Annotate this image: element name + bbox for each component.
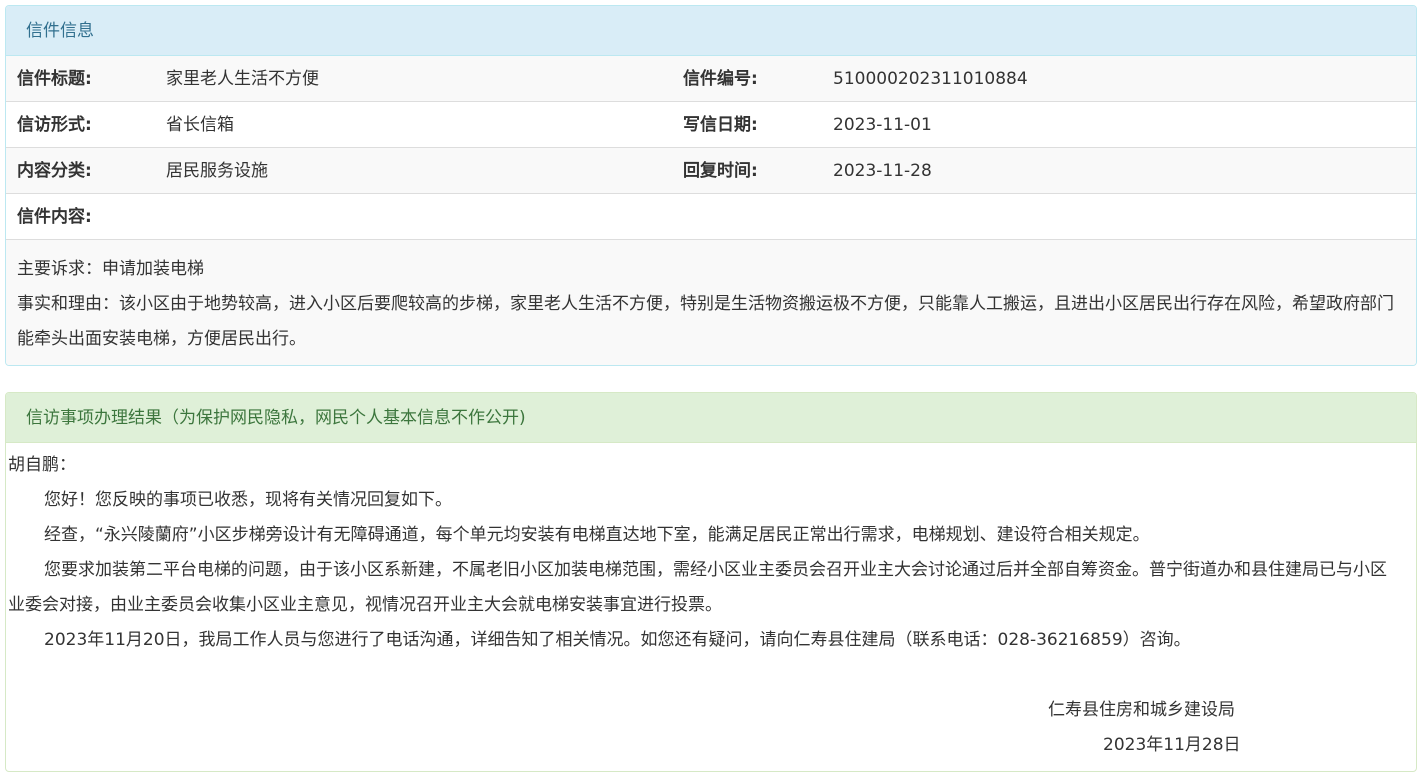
date-label: 写信日期: [683,115,758,135]
letter-content: 主要诉求：申请加装电梯 事实和理由：该小区由于地势较高，进入小区后要爬较高的步梯… [6,240,1416,365]
reply-paragraph: 您要求加装第二平台电梯的问题，由于该小区系新建，不属老旧小区加装电梯范围，需经小… [8,560,1387,615]
form-label: 信访形式: [17,115,92,135]
content-facts-reasons: 事实和理由：该小区由于地势较高，进入小区后要爬较高的步梯，家里老人生活不方便，特… [17,294,1394,349]
reply-paragraph: 2023年11月20日，我局工作人员与您进行了电话沟通，详细告知了相关情况。如您… [44,630,1191,650]
row-category-reply-time: 内容分类: 居民服务设施 回复时间: 2023-11-28 [6,148,1416,194]
title-value: 家里老人生活不方便 [166,69,319,89]
content-main-request: 主要诉求：申请加装电梯 [17,259,204,279]
date-value: 2023-11-01 [833,115,932,135]
signature-date-row: 2023年11月28日 [8,728,1398,763]
reply-spacer [8,658,1398,693]
result-heading: 信访事项办理结果（为保护网民隐私，网民个人基本信息不作公开) [6,393,1416,443]
row-content-label: 信件内容: [6,194,1416,240]
title-label: 信件标题: [17,69,92,89]
form-value: 省长信箱 [166,115,234,135]
number-label: 信件编号: [683,69,758,89]
letter-info-heading: 信件信息 [6,6,1416,56]
reply-paragraph: 经查，“永兴陵蘭府”小区步梯旁设计有无障碍通道，每个单元均安装有电梯直达地下室，… [44,525,1150,545]
content-label: 信件内容: [17,207,92,227]
reply-body: 胡自鹏： 您好！您反映的事项已收悉，现将有关情况回复如下。 经查，“永兴陵蘭府”… [8,448,1398,763]
signature-org: 仁寿县住房和城乡建设局 [1048,700,1235,720]
number-value: 510000202311010884 [833,69,1028,89]
row-title-number: 信件标题: 家里老人生活不方便 信件编号: 510000202311010884 [6,56,1416,102]
category-value: 居民服务设施 [166,161,268,181]
reply-time-label: 回复时间: [683,161,758,181]
reply-time-value: 2023-11-28 [833,161,932,181]
row-form-date: 信访形式: 省长信箱 写信日期: 2023-11-01 [6,102,1416,148]
signature-org-row: 仁寿县住房和城乡建设局 [8,693,1398,728]
reply-paragraph: 您好！您反映的事项已收悉，现将有关情况回复如下。 [44,490,452,510]
category-label: 内容分类: [17,161,92,181]
reply-salutation: 胡自鹏： [8,455,76,475]
signature-date: 2023年11月28日 [1103,735,1241,755]
letter-info-panel: 信件信息 信件标题: 家里老人生活不方便 信件编号: 5100002023110… [5,5,1417,366]
